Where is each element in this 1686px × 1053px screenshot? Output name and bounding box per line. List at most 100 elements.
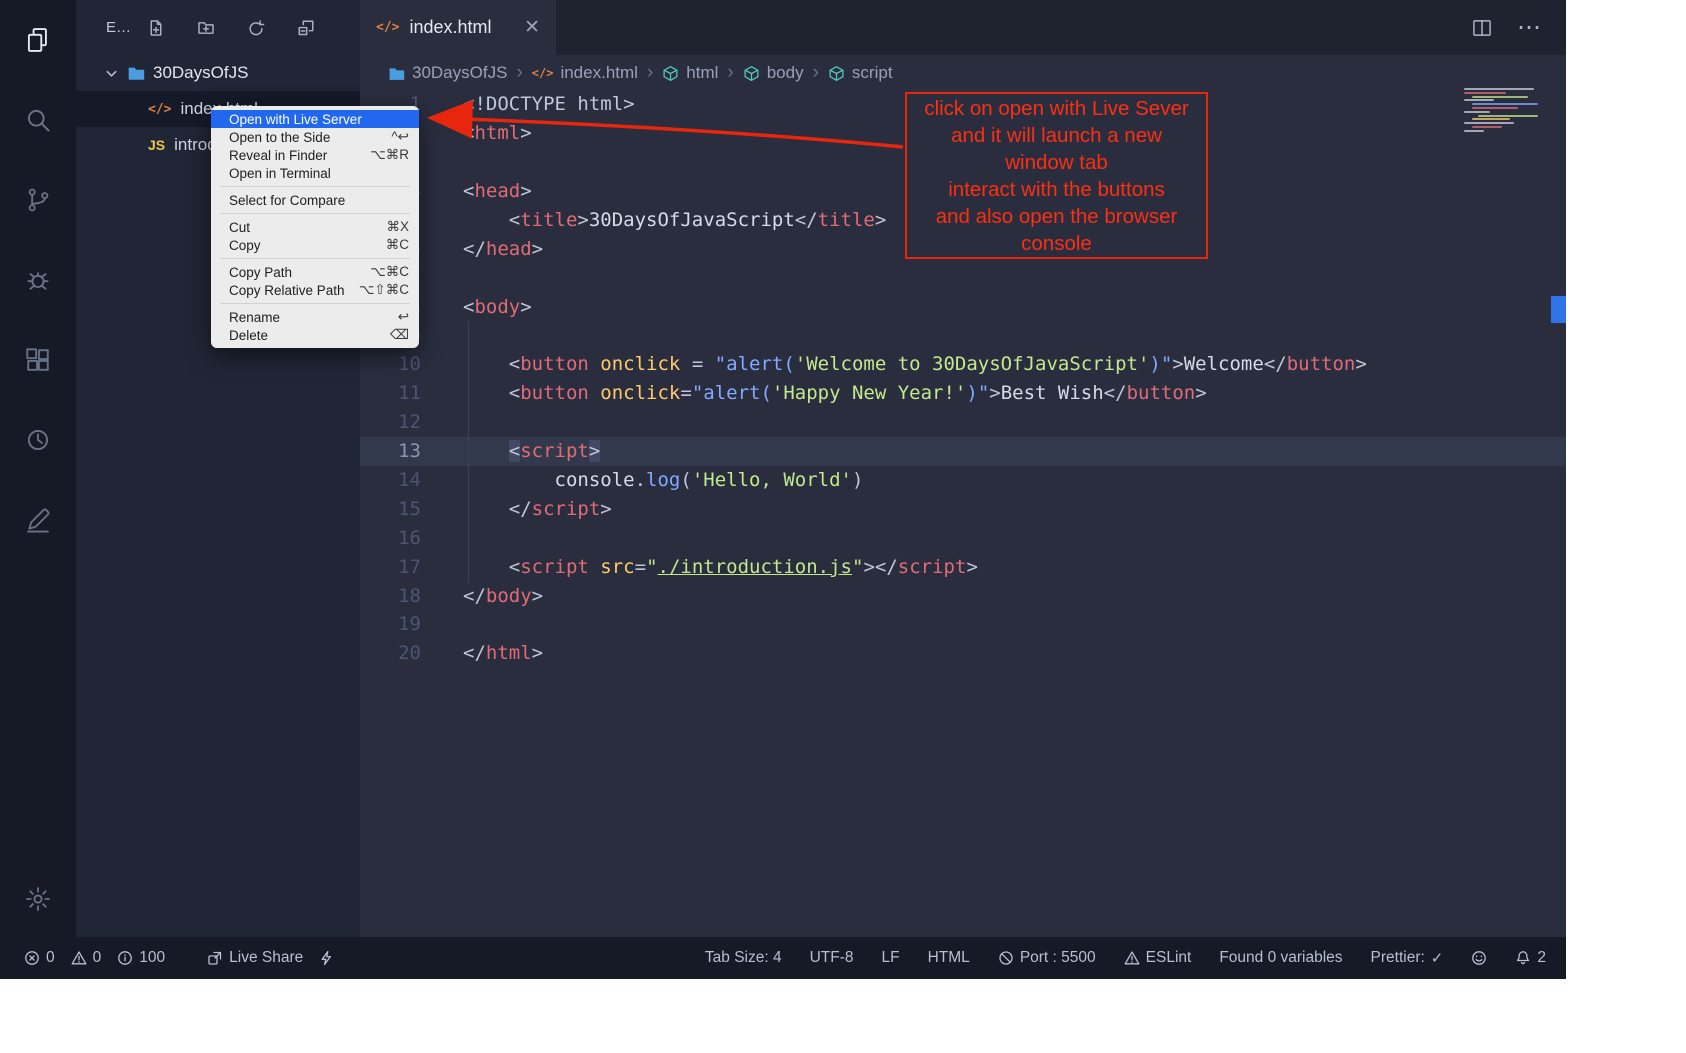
menu-item-delete[interactable]: Delete⌫ <box>211 326 419 344</box>
split-editor-icon <box>1471 17 1493 39</box>
activity-history-button[interactable] <box>24 426 52 454</box>
breadcrumb-item-body[interactable]: body <box>743 63 804 83</box>
code-line[interactable]: 13 <script> <box>360 437 1566 466</box>
menu-item-cut[interactable]: Cut⌘X <box>211 218 419 236</box>
minimap[interactable] <box>1464 88 1556 138</box>
line-number: 17 <box>360 556 421 578</box>
activity-search-button[interactable] <box>24 106 52 134</box>
status-item-0[interactable]: 0 <box>71 949 102 967</box>
activity-debug-button[interactable] <box>24 266 52 294</box>
close-icon[interactable]: ✕ <box>524 16 540 39</box>
breadcrumb-label: script <box>852 63 893 83</box>
warning-icon <box>1124 950 1140 966</box>
folder-icon <box>127 64 145 82</box>
code-text: <title>30DaysOfJavaScript</title> <box>421 209 886 231</box>
status-label: Port : 5500 <box>1020 949 1096 967</box>
indent-guide <box>468 321 469 583</box>
status-item-port-5500[interactable]: Port : 5500 <box>998 949 1096 967</box>
status-item-found-0-variables[interactable]: Found 0 variables <box>1219 949 1342 967</box>
status-item-100[interactable]: 100 <box>117 949 165 967</box>
menu-item-reveal-in-finder[interactable]: Reveal in Finder⌥⌘R <box>211 146 419 164</box>
code-line[interactable]: 17 <script src="./introduction.js"></scr… <box>360 552 1566 581</box>
menu-item-label: Reveal in Finder <box>229 148 358 163</box>
activity-extensions-button[interactable] <box>24 346 52 374</box>
status-item-eslint[interactable]: ESLint <box>1124 949 1192 967</box>
menu-item-shortcut: ⌫ <box>390 327 409 343</box>
menu-item-copy-path[interactable]: Copy Path⌥⌘C <box>211 263 419 281</box>
line-number: 10 <box>360 353 421 375</box>
code-text: </html> <box>421 642 543 664</box>
status-item-utf-8[interactable]: UTF-8 <box>810 949 854 967</box>
new-folder-button[interactable] <box>197 19 215 37</box>
warning-icon <box>71 950 87 966</box>
menu-separator <box>220 258 410 259</box>
folder-icon <box>388 65 405 82</box>
menu-item-shortcut: ⌘C <box>386 237 409 253</box>
code-line[interactable]: 14 console.log('Hello, World') <box>360 466 1566 495</box>
status-label: 0 <box>46 949 55 967</box>
status-item-2[interactable]: 2 <box>1515 949 1546 967</box>
menu-item-rename[interactable]: Rename↩ <box>211 308 419 326</box>
code-text: <button onclick = "alert('Welcome to 30D… <box>421 353 1367 375</box>
activity-settings-button[interactable] <box>24 885 52 913</box>
line-number: 19 <box>360 613 421 635</box>
line-number: 20 <box>360 642 421 664</box>
menu-item-open-to-the-side[interactable]: Open to the Side^↩ <box>211 128 419 146</box>
code-text: <html> <box>421 122 532 144</box>
html-file-icon: </> <box>148 102 171 117</box>
menu-item-copy[interactable]: Copy⌘C <box>211 236 419 254</box>
status-item-prettier-[interactable]: Prettier:✓ <box>1371 949 1444 967</box>
code-line[interactable]: 16 <box>360 523 1566 552</box>
code-line[interactable]: 15 </script> <box>360 494 1566 523</box>
line-number: 14 <box>360 469 421 491</box>
html-file-icon: </> <box>376 20 399 35</box>
activity-explorer-button[interactable] <box>24 26 52 54</box>
code-text: <button onclick="alert('Happy New Year!'… <box>421 382 1207 404</box>
code-line[interactable]: 9 <box>360 321 1566 350</box>
code-line[interactable]: 19 <box>360 610 1566 639</box>
menu-item-copy-relative-path[interactable]: Copy Relative Path⌥⇧⌘C <box>211 281 419 299</box>
status-item-tab-size-4[interactable]: Tab Size: 4 <box>705 949 782 967</box>
code-line[interactable]: 20</html> <box>360 639 1566 668</box>
tab-index-html[interactable]: </> index.html ✕ <box>360 0 556 55</box>
breadcrumb-item-index-html[interactable]: </>index.html <box>532 63 638 83</box>
breadcrumb-item-script[interactable]: script <box>828 63 893 83</box>
status-label: ESLint <box>1146 949 1192 967</box>
code-line[interactable]: 12 <box>360 408 1566 437</box>
breadcrumb-item-html[interactable]: html <box>662 63 718 83</box>
code-line[interactable]: 18</body> <box>360 581 1566 610</box>
status-item-0[interactable]: 0 <box>24 949 55 967</box>
refresh-button[interactable] <box>247 19 265 37</box>
status-label: Tab Size: 4 <box>705 949 782 967</box>
more-actions-icon[interactable]: ⋯ <box>1517 23 1542 33</box>
menu-item-label: Copy Path <box>229 265 358 280</box>
explorer-header: E… <box>76 0 360 55</box>
collapse-all-button[interactable] <box>297 19 315 37</box>
menu-item-label: Select for Compare <box>229 193 409 208</box>
check-icon: ✓ <box>1431 949 1444 967</box>
status-item-lightning[interactable] <box>319 950 335 966</box>
context-menu: Open with Live ServerOpen to the Side^↩R… <box>211 106 419 348</box>
menu-item-open-in-terminal[interactable]: Open in Terminal <box>211 164 419 182</box>
activity-source-control-button[interactable] <box>24 186 52 214</box>
status-item-smiley[interactable] <box>1471 950 1487 966</box>
breadcrumb-item-30daysofjs[interactable]: 30DaysOfJS <box>388 63 507 83</box>
code-line[interactable]: 7 <box>360 263 1566 292</box>
scrollbar-marker[interactable] <box>1551 296 1566 323</box>
code-line[interactable]: 10 <button onclick = "alert('Welcome to … <box>360 350 1566 379</box>
folder-row-30daysofjs[interactable]: 30DaysOfJS <box>76 55 360 91</box>
code-line[interactable]: 11 <button onclick="alert('Happy New Yea… <box>360 379 1566 408</box>
menu-item-open-with-live-server[interactable]: Open with Live Server <box>211 110 419 128</box>
code-line[interactable]: 8<body> <box>360 292 1566 321</box>
split-editor-icon[interactable] <box>1471 17 1493 39</box>
status-item-live-share[interactable]: Live Share <box>207 949 303 967</box>
status-item-html[interactable]: HTML <box>928 949 970 967</box>
cube-icon <box>828 65 845 82</box>
code-text: console.log('Hello, World') <box>421 469 863 491</box>
new-file-button[interactable] <box>147 19 165 37</box>
status-item-lf[interactable]: LF <box>882 949 900 967</box>
activity-pen-button[interactable] <box>24 506 52 534</box>
error-icon <box>24 950 40 966</box>
menu-item-select-for-compare[interactable]: Select for Compare <box>211 191 419 209</box>
annotation-text-line: click on open with Live Sever <box>907 95 1206 122</box>
